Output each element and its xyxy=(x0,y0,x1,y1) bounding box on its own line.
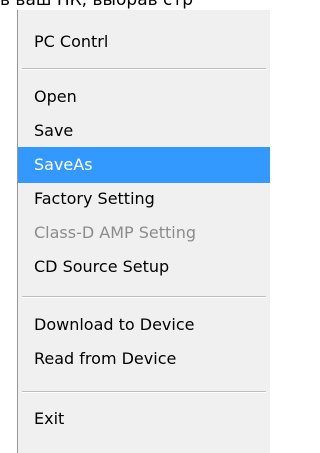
menu-item-pc-contrl[interactable]: PC Contrl xyxy=(18,24,270,60)
menu-separator xyxy=(22,391,266,393)
menu-item-cd-source-setup[interactable]: CD Source Setup xyxy=(18,249,270,285)
menu-item-open[interactable]: Open xyxy=(18,79,270,115)
context-menu: PC Contrl Open Save SaveAs Factory Setti… xyxy=(17,10,270,453)
menu-item-exit[interactable]: Exit xyxy=(18,401,270,437)
menu-separator xyxy=(22,68,266,70)
menu-item-class-d-amp-setting[interactable]: Class-D AMP Setting xyxy=(18,215,270,251)
background-document-text: в ваш ПК, выбрав стр xyxy=(0,0,270,9)
menu-item-saveas[interactable]: SaveAs xyxy=(18,147,270,183)
menu-item-read-from-device[interactable]: Read from Device xyxy=(18,341,270,377)
menu-separator xyxy=(22,296,266,298)
menu-item-download-to-device[interactable]: Download to Device xyxy=(18,307,270,343)
menu-item-save[interactable]: Save xyxy=(18,113,270,149)
menu-item-factory-setting[interactable]: Factory Setting xyxy=(18,181,270,217)
